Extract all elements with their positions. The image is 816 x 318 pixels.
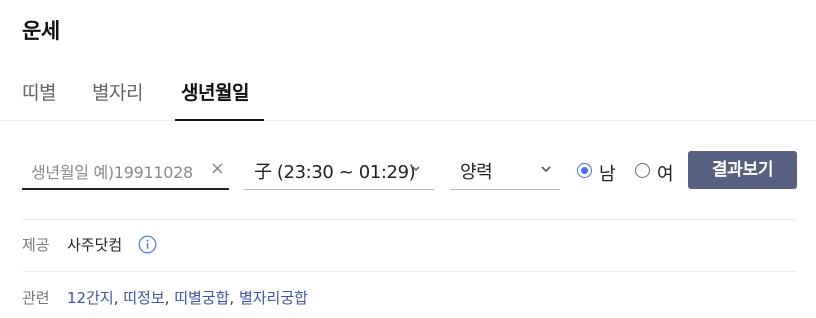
chevron-down-icon — [412, 166, 420, 171]
gender-male-radio[interactable]: 남 — [577, 160, 623, 185]
related-link-zodiac-info[interactable]: 띠정보 — [123, 289, 164, 307]
radio-unchecked-icon — [635, 163, 650, 178]
calendar-type-value: 양력 — [460, 162, 493, 183]
link-separator: , — [164, 289, 175, 307]
related-link-12-zodiac[interactable]: 12간지 — [67, 289, 114, 307]
birthdate-placeholder: 생년월일 예)19911028 — [31, 163, 193, 182]
page-title: 운세 — [22, 19, 60, 43]
gender-female-radio[interactable]: 여 — [635, 160, 681, 185]
related-link-zodiac-compat[interactable]: 띠별궁합 — [174, 289, 229, 307]
info-icon[interactable] — [138, 235, 157, 254]
calendar-type-select[interactable]: 양력 — [450, 150, 560, 190]
divider — [22, 271, 797, 272]
tab-birthdate[interactable]: 생년월일 — [181, 78, 249, 105]
related-links: 12간지, 띠정보, 띠별궁합, 별자리궁합 — [67, 287, 308, 308]
view-result-button[interactable]: 결과보기 — [688, 151, 797, 189]
radio-checked-icon — [577, 163, 592, 178]
tab-zodiac-animal[interactable]: 띠별 — [22, 78, 56, 105]
active-tab-indicator — [175, 119, 264, 121]
provider-name: 사주닷컴 — [67, 236, 123, 254]
fortune-form: 생년월일 예)19911028 × 子 (23:30 ~ 01:29) 양력 남… — [0, 150, 816, 192]
link-separator: , — [113, 289, 124, 307]
link-separator: , — [229, 289, 239, 307]
related-key: 관련 — [22, 289, 50, 307]
gender-female-label: 여 — [657, 164, 674, 185]
birth-time-value: 子 (23:30 ~ 01:29) — [254, 162, 416, 183]
birth-time-select[interactable]: 子 (23:30 ~ 01:29) — [244, 150, 434, 190]
divider — [22, 219, 797, 220]
provider-key: 제공 — [22, 236, 50, 254]
tab-constellation[interactable]: 별자리 — [92, 78, 143, 105]
clear-icon[interactable]: × — [210, 159, 225, 179]
birthdate-input[interactable]: 생년월일 예)19911028 × — [22, 150, 229, 190]
chevron-down-icon — [541, 166, 551, 173]
tab-bar: 띠별 별자리 생년월일 — [0, 62, 816, 121]
gender-male-label: 남 — [599, 164, 616, 185]
related-link-constellation-compat[interactable]: 별자리궁합 — [239, 289, 308, 307]
